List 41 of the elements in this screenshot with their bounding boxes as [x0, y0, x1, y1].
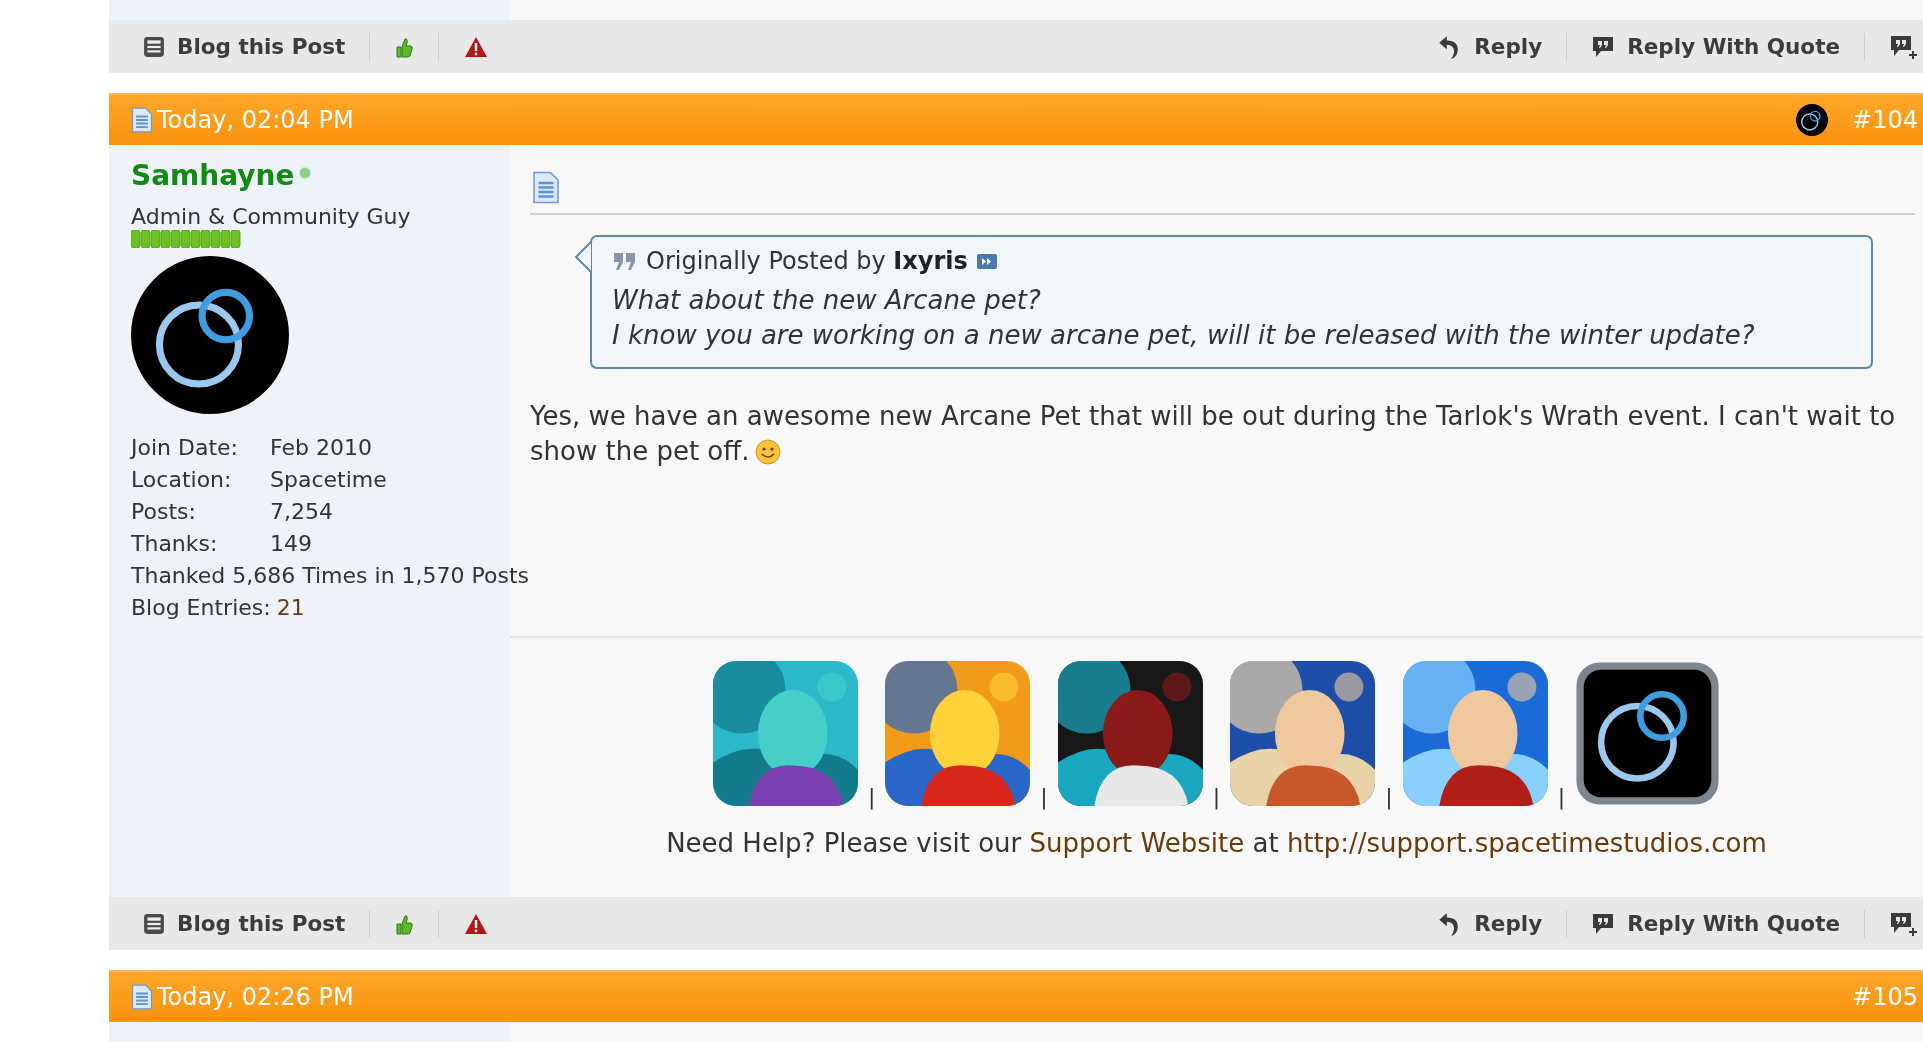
reply-button[interactable]: Reply — [1432, 29, 1547, 64]
quote-bubble-icon — [1591, 34, 1616, 59]
smiley-icon — [755, 438, 782, 465]
quote-text: What about the new Arcane pet? — [612, 284, 1042, 317]
stat-link[interactable]: 21 — [276, 594, 305, 620]
post-message: Yes, we have an awesome new Arcane Pet that will be out during the Tarlok's Wrath event. I can't wait to — [530, 401, 1896, 431]
stat-value: Feb 2010 — [270, 434, 372, 460]
stat-label: Location: — [131, 466, 233, 492]
reply-with-quote-button[interactable]: Reply With Quote — [1587, 30, 1844, 63]
reply-with-quote-button[interactable]: Reply With Quote — [1587, 907, 1844, 940]
stat-label: Posts: — [131, 498, 197, 524]
stat-value: 7,254 — [270, 498, 333, 524]
view-post-icon[interactable] — [975, 252, 998, 270]
post-message: show the pet off. — [530, 435, 750, 468]
stat-label: Blog Entries: — [131, 594, 271, 620]
post-date: Today, 02:26 PM — [157, 983, 355, 1011]
quote-text: I know you are working on a new arcane pet, will it be released with the winter update? — [612, 319, 1756, 352]
stat-value: 149 — [270, 530, 312, 556]
help-text: Need Help? Please visit our Support Website at http://support.spacetimestudios.com — [666, 828, 1767, 858]
document-icon — [143, 912, 165, 935]
quote-attribution: Originally Posted by Ixyris — [646, 247, 968, 275]
post-date: Today, 02:04 PM — [157, 106, 355, 134]
post-icon — [532, 171, 560, 204]
blog-post-button[interactable]: Blog this Post — [139, 907, 350, 940]
user-title: Admin & Community Guy — [131, 204, 412, 229]
ring-logo-icon — [1575, 661, 1721, 806]
user-avatar-icon — [1796, 104, 1829, 136]
stat-text: Thanked 5,686 Times in 1,570 Posts — [131, 562, 530, 588]
quote-marks-icon — [612, 251, 638, 271]
blog-post-button[interactable]: Blog this Post — [139, 30, 350, 63]
reply-button[interactable]: Reply — [1432, 906, 1547, 941]
url-link[interactable]: http://support.spacetimestudios.com — [1286, 828, 1767, 858]
document-icon — [131, 984, 153, 1010]
stat-value: Spacetime — [270, 466, 387, 492]
quote-bubble-icon — [1591, 911, 1616, 936]
support-link[interactable]: Support Website — [1029, 828, 1245, 858]
document-icon — [131, 107, 153, 133]
stat-label: Thanks: — [131, 530, 219, 556]
username-link[interactable]: Samhayne — [131, 159, 295, 192]
stat-label: Join Date: — [131, 434, 239, 460]
document-icon — [143, 35, 165, 58]
